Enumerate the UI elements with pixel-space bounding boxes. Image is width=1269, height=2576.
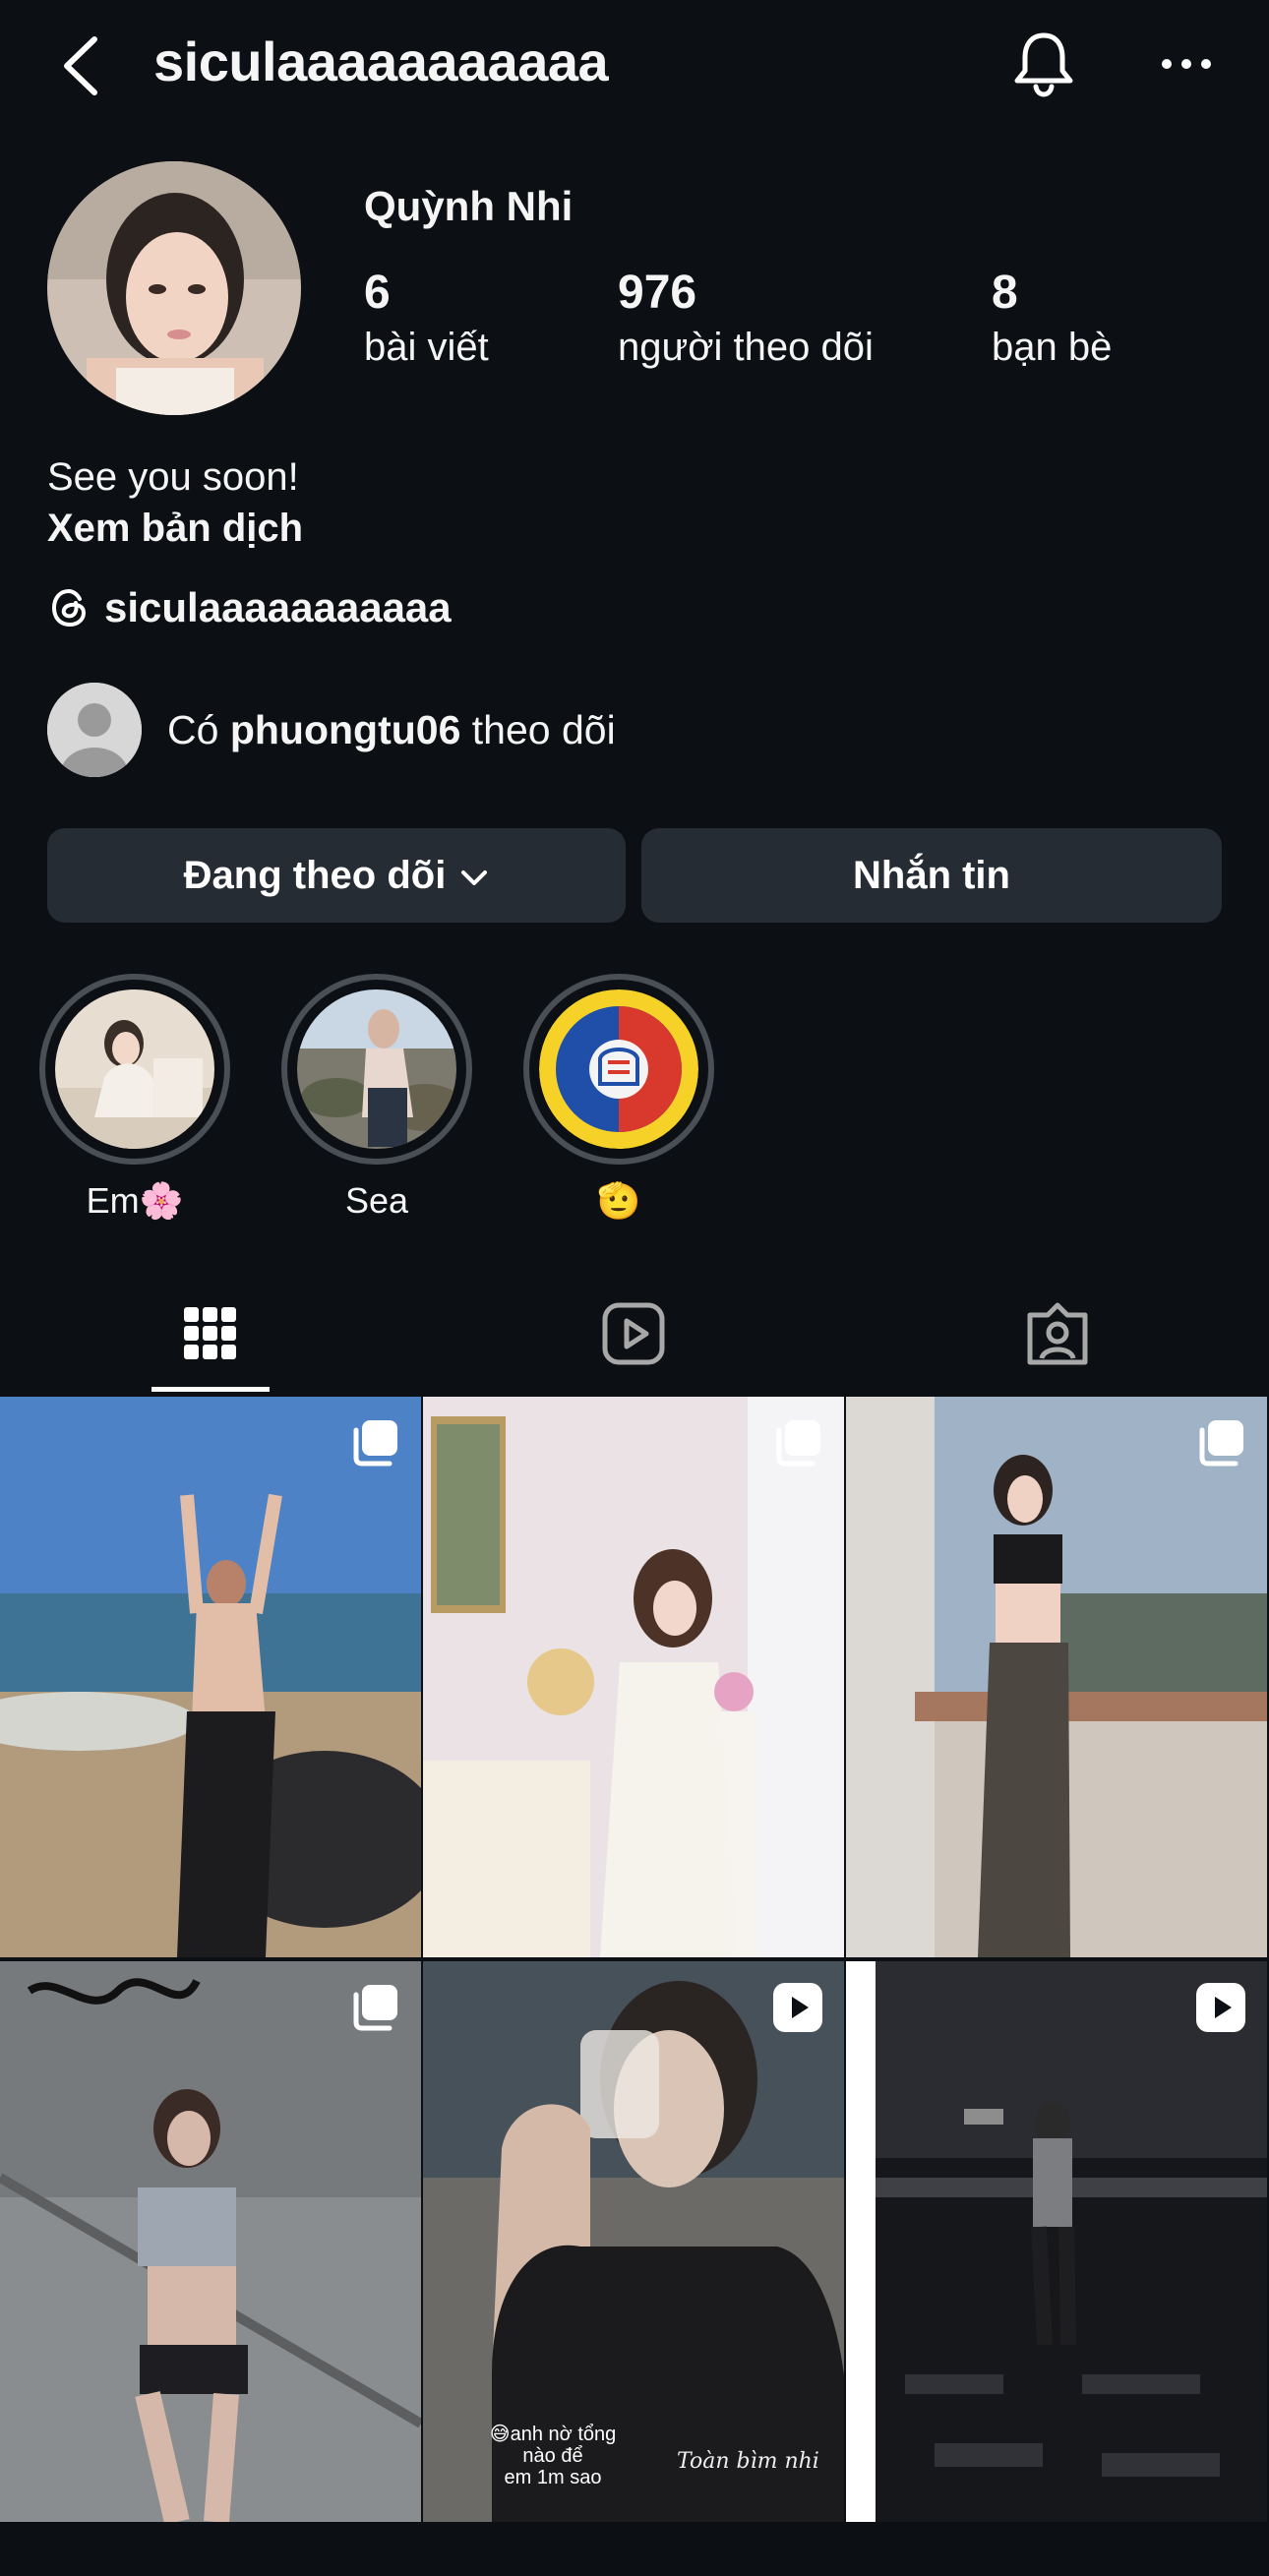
post-tile-2[interactable] — [423, 1397, 844, 1957]
reel-caption: 😅anh nờ tổng nào để em 1m sao — [474, 2424, 632, 2488]
profile-page: siculaaaaaaaaaaa Quỳnh Nhi 6 bài viết 97… — [0, 0, 1269, 2576]
highlight-cover-image — [297, 989, 456, 1149]
play-icon — [771, 1981, 824, 2034]
mutual-text: Có phuongtu06 theo dõi — [167, 707, 616, 753]
tab-tagged[interactable] — [994, 1279, 1121, 1393]
highlight-label: 🫡 — [596, 1180, 641, 1221]
friends-stat[interactable]: 8 bạn bè — [992, 266, 1112, 374]
highlight-label: Em🌸 — [86, 1180, 184, 1221]
highlight-ring — [39, 974, 230, 1165]
following-label: Đang theo dõi — [183, 853, 447, 897]
post-image — [846, 1961, 1267, 2522]
post-image — [423, 1397, 844, 1957]
reel-signature: Toàn bìm nhi — [677, 2449, 819, 2474]
top-bar: siculaaaaaaaaaaa — [0, 0, 1269, 132]
posts-stat[interactable]: 6 bài viết — [364, 266, 489, 374]
followers-count: 976 — [618, 267, 697, 319]
posts-count: 6 — [364, 267, 391, 319]
posts-label: bài viết — [364, 326, 489, 369]
reel-caption-line-1: 😅anh nờ tổng nào để — [489, 2424, 617, 2467]
mutual-followers[interactable]: Có phuongtu06 theo dõi — [47, 683, 616, 777]
post-image — [0, 1397, 421, 1957]
highlight-sea[interactable]: Sea — [281, 974, 472, 1228]
back-icon[interactable] — [57, 35, 106, 96]
friends-count: 8 — [992, 267, 1018, 319]
highlight-ring — [523, 974, 714, 1165]
reels-icon — [601, 1301, 666, 1371]
following-button[interactable]: Đang theo dõi — [47, 828, 626, 923]
post-image — [0, 1961, 421, 2522]
highlight-em[interactable]: Em🌸 — [39, 974, 230, 1228]
carousel-icon — [1194, 1416, 1247, 1469]
tagged-icon — [1024, 1301, 1091, 1371]
reel-caption-line-2: em 1m sao — [504, 2467, 602, 2488]
message-button[interactable]: Nhắn tin — [641, 828, 1222, 923]
tab-reels[interactable] — [573, 1279, 695, 1393]
post-tile-4[interactable] — [0, 1961, 421, 2522]
page-title-username: siculaaaaaaaaaaa — [153, 30, 609, 92]
highlight-ring — [281, 974, 472, 1165]
followers-stat[interactable]: 976 người theo dõi — [618, 266, 874, 374]
post-tile-5[interactable]: 😅anh nờ tổng nào để em 1m sao Toàn bìm n… — [423, 1961, 844, 2522]
friends-label: bạn bè — [992, 326, 1113, 369]
chevron-down-icon — [459, 854, 489, 898]
bio-text: See you soon! — [47, 455, 299, 499]
mutual-prefix: Có — [167, 706, 230, 752]
post-image — [846, 1397, 1267, 1957]
carousel-icon — [348, 1416, 401, 1469]
threads-handle: siculaaaaaaaaaaa — [104, 584, 452, 630]
carousel-icon — [771, 1416, 824, 1469]
message-label: Nhắn tin — [853, 853, 1010, 897]
bottom-safe-area — [0, 2526, 1269, 2576]
bell-icon[interactable] — [1007, 28, 1080, 100]
profile-tabs — [0, 1279, 1269, 1393]
display-name: Quỳnh Nhi — [364, 183, 574, 229]
followers-label: người theo dõi — [618, 326, 874, 369]
highlight-label: Sea — [344, 1180, 409, 1221]
post-tile-1[interactable] — [0, 1397, 421, 1957]
post-tile-3[interactable] — [846, 1397, 1267, 1957]
mutual-username[interactable]: phuongtu06 — [230, 707, 461, 752]
profile-avatar[interactable] — [47, 161, 301, 415]
threads-icon — [47, 585, 92, 630]
see-translation-link[interactable]: Xem bản dịch — [47, 502, 303, 555]
threads-link[interactable]: siculaaaaaaaaaaa — [47, 578, 452, 637]
carousel-icon — [348, 1981, 401, 2034]
highlight-cover-image — [55, 989, 214, 1149]
mutual-avatar — [47, 683, 142, 777]
grid-icon — [182, 1305, 239, 1367]
post-tile-6[interactable] — [846, 1961, 1267, 2522]
more-options-icon[interactable] — [1159, 49, 1214, 79]
tab-posts-grid[interactable] — [151, 1279, 270, 1393]
highlight-salute[interactable]: 🫡 — [523, 974, 714, 1228]
active-tab-indicator — [151, 1387, 270, 1392]
mutual-suffix: theo dõi — [460, 706, 616, 752]
vovinam-logo — [539, 989, 698, 1149]
play-icon — [1194, 1981, 1247, 2034]
